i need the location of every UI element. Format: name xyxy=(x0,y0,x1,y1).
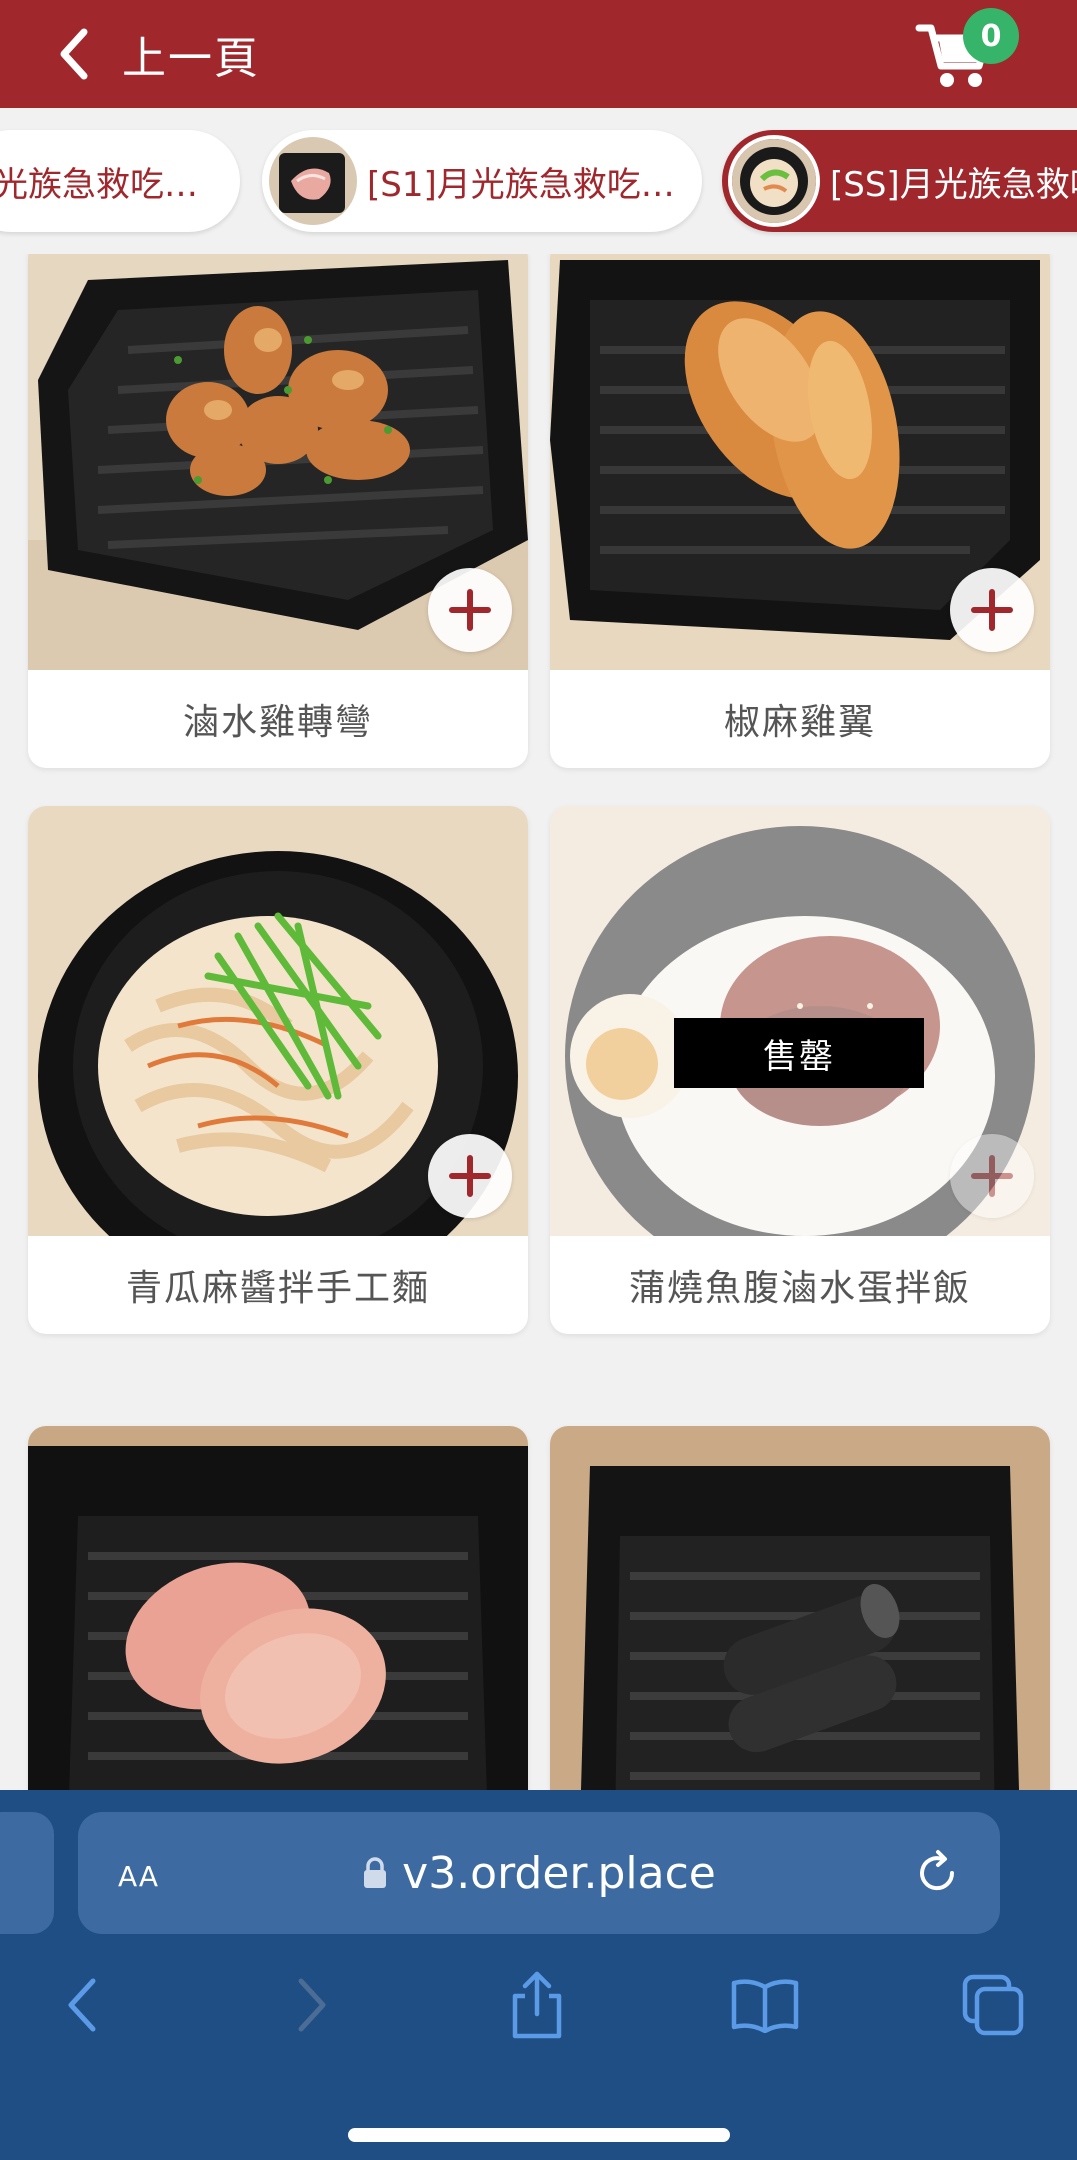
plus-icon xyxy=(449,589,491,631)
sold-out-badge: 售罄 xyxy=(674,1018,924,1088)
share-button[interactable] xyxy=(492,1960,582,2050)
back-button[interactable]: 上一頁 xyxy=(0,0,260,108)
product-name: 青瓜麻醬拌手工麵 xyxy=(125,1268,430,1309)
lock-icon xyxy=(364,1857,387,1888)
product-image xyxy=(550,1426,1050,1790)
product-image xyxy=(550,254,1050,670)
browser-forward-button[interactable] xyxy=(268,1960,358,2050)
tabs-button[interactable] xyxy=(948,1960,1038,2050)
browser-back-button[interactable] xyxy=(36,1960,126,2050)
book-icon xyxy=(731,1979,799,2033)
top-bar: 上一頁 0 xyxy=(0,0,1077,108)
product-card[interactable] xyxy=(28,1426,528,1790)
category-chip-1[interactable]: 月光族急救吃到... xyxy=(0,130,240,232)
category-chip-label: [SS]月光族急救吃到... xyxy=(830,164,1077,205)
category-thumbnail xyxy=(269,137,357,225)
cart-button[interactable]: 0 xyxy=(915,8,1025,94)
product-name: 椒麻雞翼 xyxy=(723,702,876,743)
tabs-icon xyxy=(962,1974,1024,2036)
chevron-left-icon xyxy=(60,28,88,80)
chevron-right-icon xyxy=(298,1978,326,2032)
browser-nav-toolbar xyxy=(0,1960,1077,2070)
product-image xyxy=(28,806,528,1236)
share-icon xyxy=(512,1971,562,2039)
add-to-cart-button[interactable] xyxy=(950,568,1034,652)
add-to-cart-button xyxy=(950,1134,1034,1218)
product-card-sold-out[interactable]: 售罄 蒲燒魚腹滷水蛋拌飯 xyxy=(550,806,1050,1334)
category-chip-label: 月光族急救吃到... xyxy=(0,164,214,205)
previous-tab-peek[interactable] xyxy=(0,1812,54,1934)
product-card[interactable]: 滷水雞轉彎 xyxy=(28,254,528,768)
back-label: 上一頁 xyxy=(122,33,260,84)
add-to-cart-button[interactable] xyxy=(428,568,512,652)
category-thumbnail xyxy=(728,135,820,227)
url-display[interactable]: v3.order.place xyxy=(78,1848,1000,1899)
category-chip-2[interactable]: [S1]月光族急救吃到... xyxy=(262,130,702,232)
category-chip-bar: 月光族急救吃到... [S1]月光族急救吃到... [SS]月光族急救吃到... xyxy=(0,108,1077,254)
browser-toolbar: AA v3.order.place xyxy=(0,1790,1077,2160)
url-text: v3.order.place xyxy=(402,1847,716,1899)
product-card[interactable]: 椒麻雞翼 xyxy=(550,254,1050,768)
product-image: 售罄 xyxy=(550,806,1050,1236)
address-bar[interactable]: AA v3.order.place xyxy=(78,1812,1000,1934)
product-grid: 滷水雞轉彎 椒麻雞翼 青瓜麻醬拌手工麵 售罄 蒲燒魚腹滷水蛋拌飯 xyxy=(0,254,1077,1790)
cart-count-badge: 0 xyxy=(963,8,1019,64)
product-card[interactable]: 青瓜麻醬拌手工麵 xyxy=(28,806,528,1334)
product-card[interactable] xyxy=(550,1426,1050,1790)
bookmarks-button[interactable] xyxy=(720,1960,810,2050)
plus-icon xyxy=(971,1155,1013,1197)
product-image xyxy=(28,1426,528,1790)
plus-icon xyxy=(971,589,1013,631)
category-chip-label: [S1]月光族急救吃到... xyxy=(367,164,702,205)
product-image xyxy=(28,254,528,670)
plus-icon xyxy=(449,1155,491,1197)
add-to-cart-button[interactable] xyxy=(428,1134,512,1218)
reload-icon[interactable] xyxy=(912,1848,962,1898)
home-indicator xyxy=(348,2128,730,2142)
category-chip-3-active[interactable]: [SS]月光族急救吃到... xyxy=(722,130,1077,232)
product-name: 滷水雞轉彎 xyxy=(182,702,373,743)
chevron-left-icon xyxy=(68,1978,96,2032)
product-name: 蒲燒魚腹滷水蛋拌飯 xyxy=(628,1268,971,1309)
